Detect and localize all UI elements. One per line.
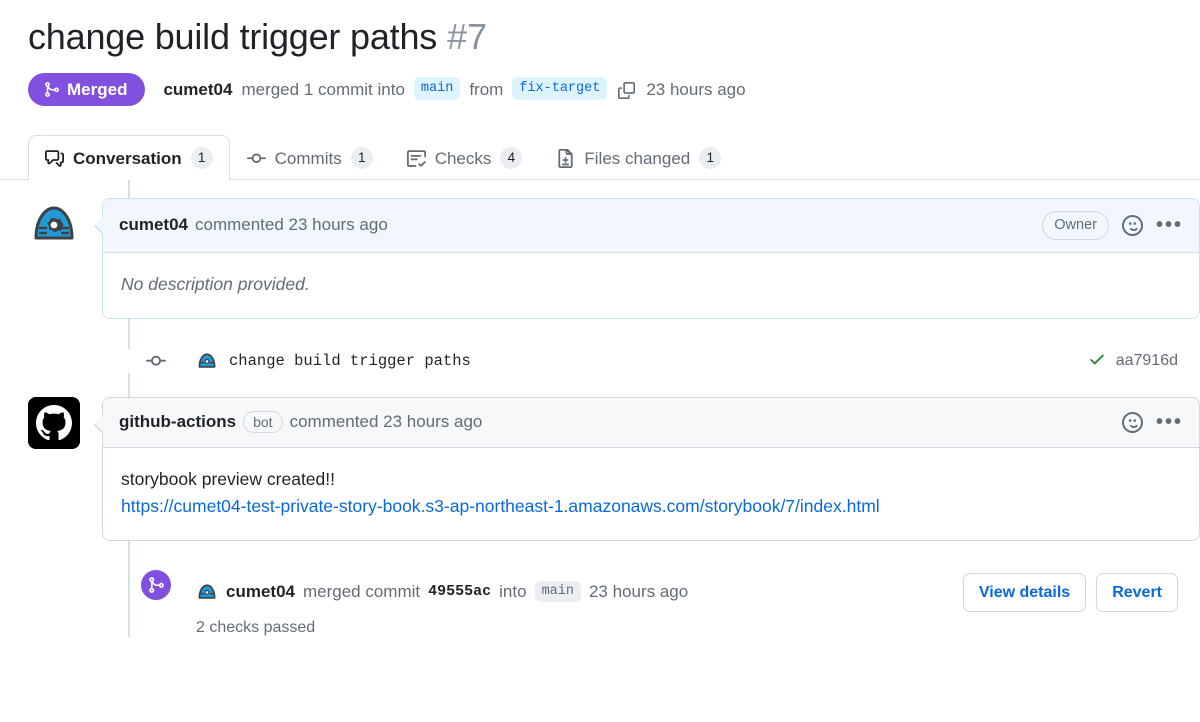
comment-cumet04: cumet04 commented 23 hours ago Owner •••…	[28, 198, 1200, 319]
comment-box: cumet04 commented 23 hours ago Owner •••…	[94, 198, 1200, 319]
merge-event-timestamp: 23 hours ago	[588, 581, 689, 601]
comment-author[interactable]: cumet04	[119, 215, 188, 235]
comment-author[interactable]: github-actions	[119, 412, 236, 432]
check-success-icon	[1088, 350, 1106, 372]
page-title: change build trigger paths #7	[0, 0, 1200, 59]
kebab-menu-icon[interactable]: •••	[1156, 215, 1183, 235]
merge-author[interactable]: cumet04	[226, 582, 295, 602]
comment-discussion-icon	[45, 149, 64, 168]
avatar[interactable]	[28, 396, 80, 449]
comment-box: github-actions bot commented 23 hours ag…	[94, 396, 1200, 542]
status-badge-label: Merged	[67, 80, 128, 99]
merge-timestamp: 23 hours ago	[646, 79, 746, 99]
tab-checks[interactable]: Checks 4	[390, 135, 540, 180]
git-merge-icon	[138, 567, 174, 604]
tab-conversation-label: Conversation	[73, 148, 182, 168]
revert-button[interactable]: Revert	[1096, 573, 1178, 613]
tab-files-changed[interactable]: Files changed 1	[539, 135, 738, 180]
git-merge-icon	[43, 81, 60, 98]
avatar[interactable]	[196, 580, 218, 603]
git-commit-icon	[246, 149, 266, 168]
timeline-merge-event: cumet04 merged commit 49555ac into main …	[28, 559, 1200, 637]
smiley-icon[interactable]	[1121, 411, 1143, 433]
tab-conversation-count: 1	[190, 147, 213, 169]
checks-passed-text: 2 checks passed	[196, 619, 316, 637]
timeline-commit-row: change build trigger paths aa7916d	[28, 337, 1200, 385]
comment-body: No description provided.	[103, 253, 1199, 318]
tab-files-changed-count: 1	[699, 147, 722, 169]
git-commit-node-icon	[128, 348, 184, 373]
merge-description: merged 1 commit into	[241, 79, 405, 99]
tab-commits-label: Commits	[274, 148, 342, 168]
pr-author[interactable]: cumet04	[163, 80, 232, 100]
pull-request-page: change build trigger paths #7 Merged cum…	[0, 0, 1200, 722]
from-label: from	[469, 79, 504, 99]
comment-github-actions: github-actions bot commented 23 hours ag…	[28, 396, 1200, 542]
comment-action: commented 23 hours ago	[194, 215, 388, 235]
tab-commits[interactable]: Commits 1	[230, 135, 390, 180]
copy-icon[interactable]	[618, 82, 636, 99]
file-diff-icon	[556, 148, 575, 168]
bot-badge: bot	[243, 411, 283, 434]
pr-title-text: change build trigger paths	[28, 16, 438, 57]
storybook-preview-link[interactable]: https://cumet04-test-private-story-book.…	[121, 496, 880, 516]
comment-header: github-actions bot commented 23 hours ag…	[103, 397, 1199, 448]
tab-conversation[interactable]: Conversation 1	[28, 135, 230, 180]
merge-action-label: merged commit	[302, 581, 421, 601]
commit-sha[interactable]: aa7916d	[1116, 352, 1178, 370]
into-label: into	[499, 581, 527, 601]
tab-checks-count: 4	[500, 147, 523, 169]
checklist-icon	[406, 149, 426, 168]
merge-target-branch[interactable]: main	[534, 581, 581, 603]
base-branch-tag[interactable]: main	[413, 76, 461, 101]
commit-message[interactable]: change build trigger paths	[229, 352, 471, 370]
view-details-button[interactable]: View details	[962, 573, 1087, 613]
smiley-icon[interactable]	[1121, 214, 1143, 236]
head-branch-tag[interactable]: fix-target	[512, 76, 608, 101]
comment-text: No description provided.	[121, 273, 310, 294]
tab-files-changed-label: Files changed	[584, 148, 691, 168]
status-badge-owner: Owner	[1042, 211, 1109, 240]
avatar[interactable]	[196, 349, 218, 372]
comment-text: storybook preview created!!	[121, 468, 335, 489]
comment-action: commented 23 hours ago	[289, 412, 483, 432]
status-badge: Merged	[28, 73, 146, 106]
pr-subheader: Merged cumet04 merged 1 commit into main…	[0, 59, 1200, 106]
avatar[interactable]	[28, 198, 80, 250]
pr-number: #7	[447, 16, 488, 57]
merge-commit-sha[interactable]: 49555ac	[428, 583, 491, 600]
comment-header: cumet04 commented 23 hours ago Owner •••	[103, 199, 1199, 253]
pr-timeline: cumet04 commented 23 hours ago Owner •••…	[0, 180, 1200, 638]
tab-commits-count: 1	[350, 147, 373, 169]
pr-tabs: Conversation 1 Commits 1 Checks 4 Files …	[0, 128, 1200, 180]
comment-body: storybook preview created!! https://cume…	[103, 448, 1199, 540]
tab-checks-label: Checks	[434, 148, 492, 168]
kebab-menu-icon[interactable]: •••	[1156, 412, 1183, 432]
